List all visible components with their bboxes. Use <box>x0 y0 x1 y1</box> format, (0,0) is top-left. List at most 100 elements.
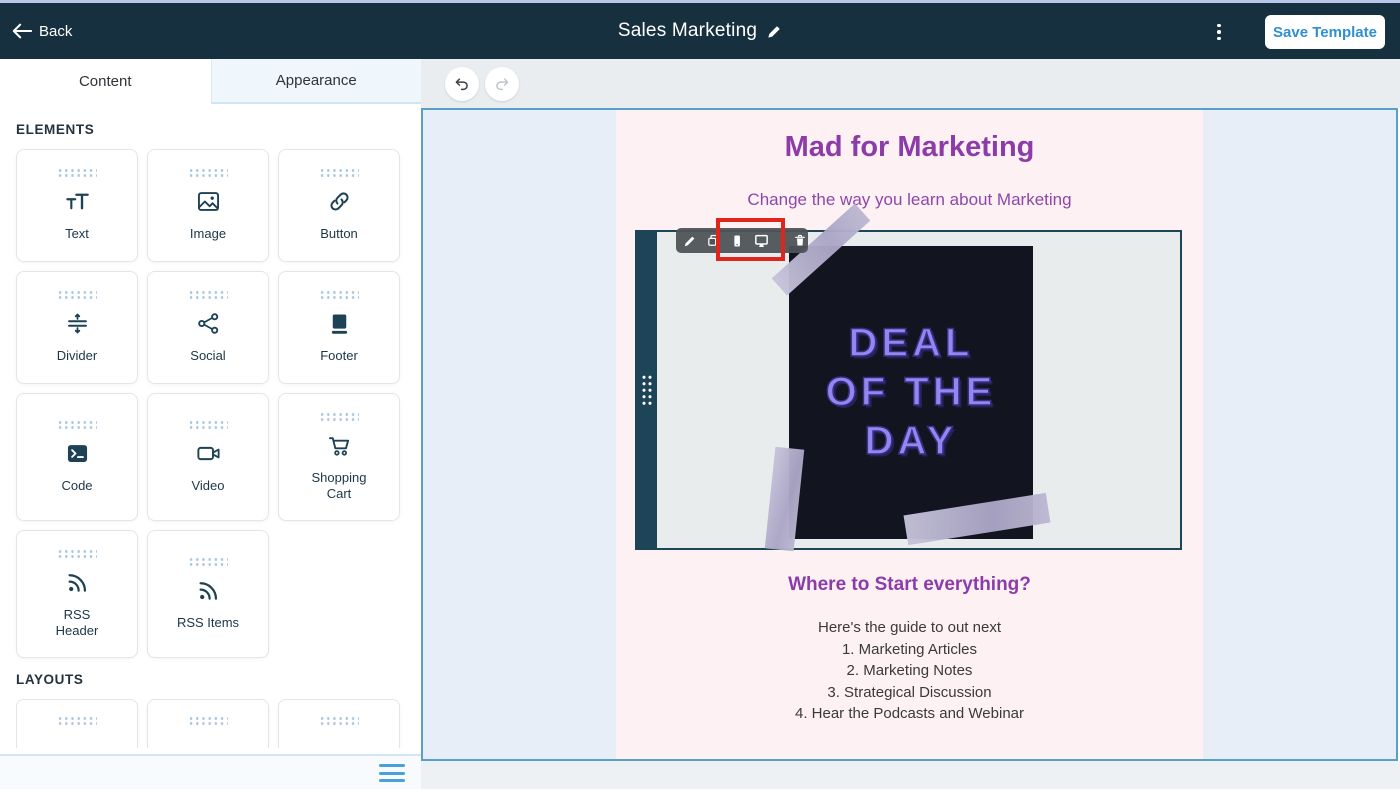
poster-text-line: OF THE <box>826 368 997 417</box>
undo-icon <box>453 75 471 93</box>
drag-dots-icon <box>319 290 359 299</box>
panel-footer-bar <box>0 754 421 789</box>
text-icon <box>64 188 91 215</box>
undo-button[interactable] <box>445 67 479 101</box>
element-card-shopping-cart[interactable]: Shopping Cart <box>278 393 400 521</box>
element-card-video[interactable]: Video <box>147 393 269 521</box>
drag-handle-icon[interactable] <box>641 374 653 406</box>
drag-dots-icon <box>57 716 97 725</box>
elements-header: ELEMENTS <box>16 122 421 137</box>
tab-appearance[interactable]: Appearance <box>211 59 422 104</box>
drag-dots-icon <box>57 420 97 429</box>
element-card-social[interactable]: Social <box>147 271 269 384</box>
elements-row-1: Text Image Button <box>16 149 421 262</box>
email-body-line: 3. Strategical Discussion <box>616 682 1203 704</box>
email-body-line: Here's the guide to out next <box>616 617 1203 639</box>
shopping-cart-icon <box>326 432 353 459</box>
element-card-image[interactable]: Image <box>147 149 269 262</box>
email-subtitle-text[interactable]: Change the way you learn about Marketing <box>616 190 1203 210</box>
elements-row-2: Divider Social Footer <box>16 271 421 384</box>
edit-pencil-icon[interactable] <box>683 232 697 249</box>
back-button[interactable]: Back <box>12 23 72 40</box>
video-camera-icon <box>195 440 222 467</box>
top-navbar: Back Sales Marketing Save Template <box>0 3 1400 59</box>
element-label: Social <box>190 348 225 364</box>
save-template-button[interactable]: Save Template <box>1265 15 1385 49</box>
tab-content[interactable]: Content <box>0 59 211 104</box>
element-card-rss-items[interactable]: RSS Items <box>147 530 269 658</box>
drag-dots-icon <box>319 412 359 421</box>
element-label: RSS Header <box>42 607 112 640</box>
drag-dots-icon <box>57 290 97 299</box>
back-arrow-icon <box>12 23 32 39</box>
drag-dots-icon <box>319 716 359 725</box>
element-card-footer[interactable]: Footer <box>278 271 400 384</box>
hamburger-menu-icon[interactable] <box>379 764 405 782</box>
email-title-text[interactable]: Mad for Marketing <box>616 131 1203 164</box>
element-label: Divider <box>57 348 97 364</box>
element-card-code[interactable]: Code <box>16 393 138 521</box>
drag-dots-icon <box>188 557 228 566</box>
trash-icon[interactable] <box>793 232 807 249</box>
divider-icon <box>64 310 91 337</box>
poster-text-line: DEAL <box>849 319 974 368</box>
redo-button[interactable] <box>485 67 519 101</box>
drag-dots-icon <box>188 716 228 725</box>
element-label: Button <box>320 226 358 242</box>
element-label: Text <box>65 226 89 242</box>
layouts-row-1 <box>16 699 421 748</box>
element-label: Code <box>61 478 92 494</box>
drag-dots-icon <box>188 290 228 299</box>
redo-icon <box>493 75 511 93</box>
drag-dots-icon <box>188 168 228 177</box>
layouts-header: LAYOUTS <box>16 672 421 687</box>
workspace-lower-strip <box>421 761 1400 789</box>
elements-row-3: Code Video Shopping Cart <box>16 393 421 521</box>
email-canvas[interactable]: Mad for Marketing Change the way you lea… <box>421 108 1398 761</box>
edit-pencil-icon[interactable] <box>767 24 782 39</box>
element-label: Video <box>191 478 224 494</box>
panel-tabs: Content Appearance <box>0 59 421 104</box>
element-label: Image <box>190 226 226 242</box>
email-body[interactable]: Mad for Marketing Change the way you lea… <box>616 110 1203 759</box>
drag-dots-icon <box>188 420 228 429</box>
drag-dots-icon <box>57 168 97 177</box>
email-body-line: 1. Marketing Articles <box>616 639 1203 661</box>
layout-card[interactable] <box>16 699 138 748</box>
layout-card[interactable] <box>278 699 400 748</box>
history-toolbar <box>421 59 1400 108</box>
element-label: Shopping Cart <box>304 470 374 503</box>
layout-card[interactable] <box>147 699 269 748</box>
page-title: Sales Marketing <box>618 20 757 42</box>
element-card-text[interactable]: Text <box>16 149 138 262</box>
email-body-text[interactable]: Here's the guide to out next 1. Marketin… <box>616 617 1203 725</box>
selected-image-block[interactable]: DEAL OF THE DAY <box>635 230 1182 550</box>
kebab-menu-icon[interactable] <box>1210 19 1228 45</box>
element-label: Footer <box>320 348 358 364</box>
elements-panel: ELEMENTS Text Image Button Div <box>0 104 421 754</box>
social-share-icon <box>195 310 222 337</box>
elements-row-4: RSS Header RSS Items <box>16 530 421 658</box>
block-drag-strip[interactable] <box>637 232 657 548</box>
email-section-heading[interactable]: Where to Start everything? <box>616 574 1203 596</box>
back-label: Back <box>39 23 72 40</box>
element-card-divider[interactable]: Divider <box>16 271 138 384</box>
footer-icon <box>326 310 353 337</box>
image-icon <box>195 188 222 215</box>
email-body-line: 2. Marketing Notes <box>616 660 1203 682</box>
rss-icon <box>195 577 222 604</box>
element-label: RSS Items <box>177 615 239 631</box>
deal-poster-image: DEAL OF THE DAY <box>789 246 1033 539</box>
email-body-line: 4. Hear the Podcasts and Webinar <box>616 703 1203 725</box>
preview-mode-highlight-box <box>716 218 785 261</box>
rss-icon <box>64 569 91 596</box>
poster-text-line: DAY <box>865 417 958 466</box>
code-icon <box>64 440 91 467</box>
button-link-icon <box>326 188 353 215</box>
app-window: Back Sales Marketing Save Template Conte… <box>0 0 1400 804</box>
drag-dots-icon <box>319 168 359 177</box>
drag-dots-icon <box>57 549 97 558</box>
title-wrap: Sales Marketing <box>0 3 1400 59</box>
element-card-button[interactable]: Button <box>278 149 400 262</box>
element-card-rss-header[interactable]: RSS Header <box>16 530 138 658</box>
